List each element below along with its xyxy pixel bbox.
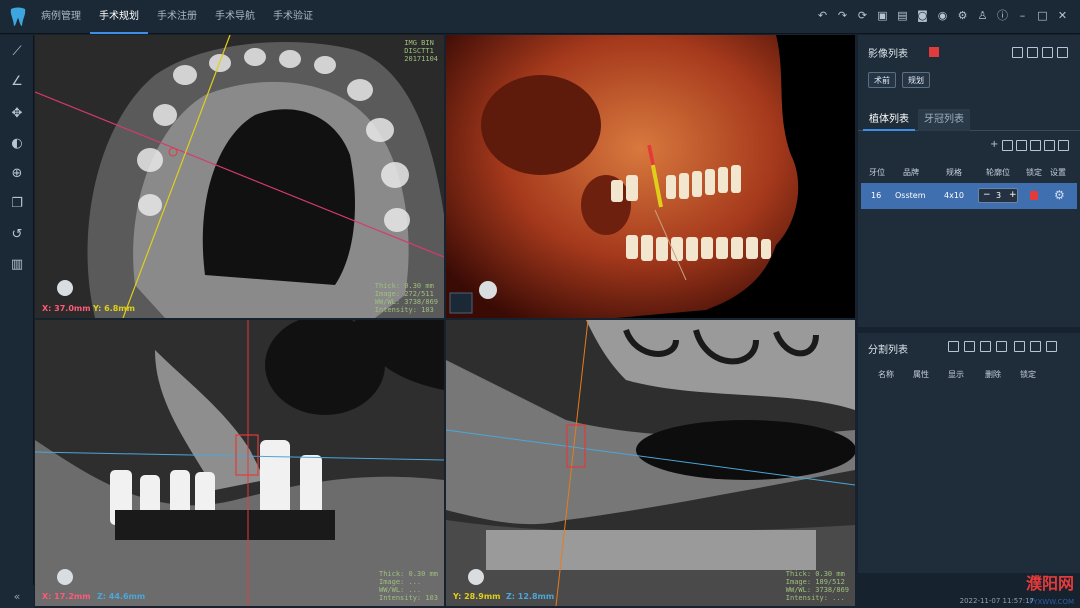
tab-surgical-verification[interactable]: 手术验证 [264,0,322,34]
face-icon[interactable] [964,341,975,352]
implant-tabs: 植体列表 牙冠列表 [858,109,1080,131]
implant-spec: 4x10 [944,191,965,200]
pan-icon[interactable]: ✥ [8,105,26,123]
chart-icon[interactable] [1002,140,1013,151]
sagittal-ct-image [446,320,855,606]
segment-table-header: 名称 属性 显示 删除 锁定 [878,370,1036,379]
segment-list-title: 分割列表 [868,345,908,356]
add-implant-icon[interactable]: + [990,139,998,150]
teeth-icon[interactable]: ▥ [8,256,26,274]
sagittal-coord-z: Z: 12.8mm [506,592,555,601]
axial-info-bottom: Thick: 0.30 mm Image: 272/511 WW/WL: 373… [374,282,438,314]
axial-info-top: IMG BIN DISCTT1 20171104 [404,39,438,63]
measure-icon[interactable]: ⟋ [8,43,26,61]
import-icon[interactable] [1042,47,1053,58]
lock-icon[interactable] [1030,191,1038,200]
decrement-button[interactable]: − [983,190,991,200]
segment-file-icon[interactable] [1030,341,1041,352]
top-bar: 病例管理 手术规划 手术注册 手术导航 手术验证 ↶ ↷ ⟳ ▣ ▤ ◙ ◉ ⚙… [0,0,1080,34]
volume-render-image [446,35,855,318]
save-icon[interactable]: ▣ [875,8,890,23]
axial-ct-image [35,35,444,318]
sagittal-info-bottom: Thick: 0.30 mm Image: 189/512 WW/WL: 373… [785,570,849,602]
viewport-3d[interactable] [446,35,855,318]
settings-icon[interactable]: ⚙ [955,8,970,23]
left-toolbar: ⟋ ∠ ✥ ◐ ⊕ ❐ ↺ ▥ [0,35,34,585]
app-logo-icon [10,7,26,26]
implant-value-stepper[interactable]: − 3 + [978,188,1018,203]
coronal-coord-z: Z: 44.6mm [97,592,146,601]
file-icon[interactable] [1044,140,1055,151]
layers-icon[interactable]: ❐ [8,195,26,213]
sagittal-coord-y: Y: 28.9mm [453,592,501,601]
export-doc-icon[interactable] [1057,47,1068,58]
viewport-axial[interactable]: IMG BIN DISCTT1 20171104 Thick: 0.30 mm … [35,35,444,318]
collapse-panel-button[interactable]: « [0,585,34,608]
axial-coord-y: Y: 6.8mm [93,304,135,313]
watermark-url: PYXWW.COM [1029,598,1074,606]
user-icon[interactable]: ♙ [975,8,990,23]
delete-icon[interactable] [1030,140,1041,151]
main-nav: 病例管理 手术规划 手术注册 手术导航 手术验证 [32,0,322,34]
right-panel: 影像列表 术前 规划 植体列表 牙冠列表 + 牙位 品牌 规格 轮廓位 锁定 设… [858,35,1080,608]
nerve-icon[interactable] [980,341,991,352]
close-icon[interactable]: ✕ [1055,8,1070,23]
coronal-coord-x: X: 17.2mm [42,592,91,601]
tooth-segment-icon[interactable] [948,341,959,352]
implant-brand: Osstem [895,191,926,200]
watermark-logo: 濮阳网 [1025,574,1074,593]
contrast-icon[interactable]: ◐ [8,135,26,153]
tab-case-management[interactable]: 病例管理 [32,0,90,34]
merge-icon[interactable] [1014,341,1025,352]
export-icon[interactable]: ⟳ [855,8,870,23]
viewport-coronal[interactable]: Thick: 0.30 mm Image: ... WW/WL: ... Int… [35,320,444,606]
tab-surgical-navigation[interactable]: 手术导航 [206,0,264,34]
preop-button[interactable]: 术前 [868,72,896,88]
coronal-ct-image [35,320,444,606]
implant-row[interactable]: 16 Osstem 4x10 − 3 + ⚙ [861,183,1077,209]
undo-icon[interactable]: ↶ [815,8,830,23]
image-list-title: 影像列表 [868,49,908,60]
axial-coord-x: X: 37.0mm [42,304,91,313]
edit-icon[interactable] [1016,140,1027,151]
minimize-icon[interactable]: – [1015,8,1030,23]
tab-crown-list[interactable]: 牙冠列表 [918,109,970,131]
stepper-value: 3 [996,191,1002,200]
implant-settings-icon[interactable]: ⚙ [1054,188,1068,202]
panel-divider [858,327,1080,333]
tab-implant-list[interactable]: 植体列表 [863,109,915,131]
rotate-icon[interactable]: ↺ [8,226,26,244]
export-implant-icon[interactable] [1058,140,1069,151]
window-toolbar: ↶ ↷ ⟳ ▣ ▤ ◙ ◉ ⚙ ♙ ⓘ – □ ✕ [815,8,1070,23]
angle-icon[interactable]: ∠ [8,73,26,91]
image-color-swatch[interactable] [929,47,939,57]
implant-tooth: 16 [871,191,882,200]
copy-icon[interactable] [1027,47,1038,58]
segment-export-icon[interactable] [1046,341,1057,352]
plan-button[interactable]: 规划 [902,72,930,88]
screenshot-icon[interactable]: ▤ [895,8,910,23]
viewport-sagittal[interactable]: Thick: 0.30 mm Image: 189/512 WW/WL: 373… [446,320,855,606]
implant-table-header: 牙位 品牌 规格 轮廓位 锁定 设置 [869,168,1066,177]
coronal-info-bottom: Thick: 0.30 mm Image: ... WW/WL: ... Int… [378,570,438,602]
status-datetime: 2022-11-07 11:57:17 [959,597,1034,605]
zoom-icon[interactable]: ⊕ [8,165,26,183]
tab-surgical-planning[interactable]: 手术规划 [90,0,148,34]
tab-surgical-registration[interactable]: 手术注册 [148,0,206,34]
layout-icon[interactable] [1012,47,1023,58]
brush-icon[interactable] [996,341,1007,352]
record-icon[interactable]: ◉ [935,8,950,23]
maximize-icon[interactable]: □ [1035,8,1050,23]
redo-icon[interactable]: ↷ [835,8,850,23]
capture-icon[interactable]: ◙ [915,8,930,23]
info-icon[interactable]: ⓘ [995,8,1010,23]
increment-button[interactable]: + [1009,190,1017,200]
